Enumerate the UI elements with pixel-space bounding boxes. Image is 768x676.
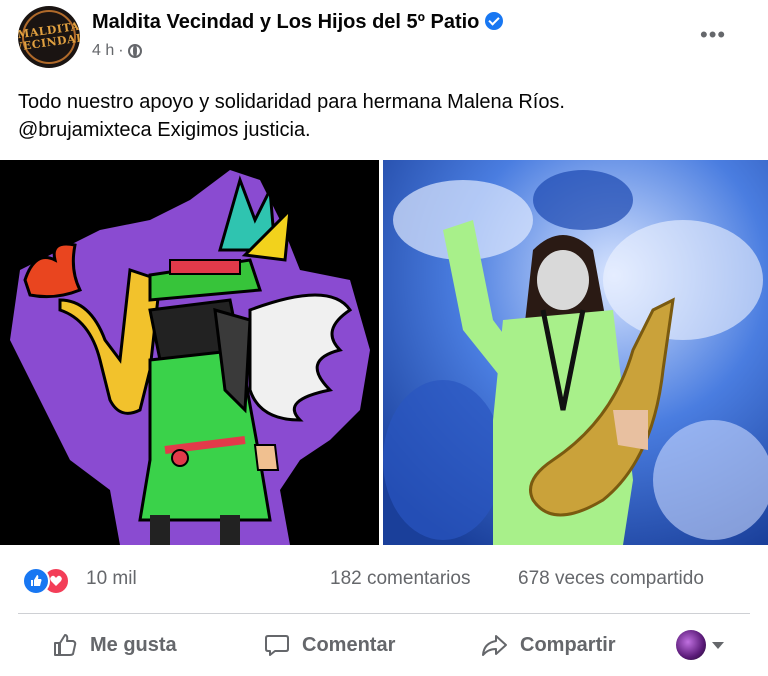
more-options-button[interactable]: ••• — [700, 22, 726, 48]
post-text-line: Todo nuestro apoyo y solidaridad para he… — [18, 91, 565, 113]
comment-button[interactable]: Comentar — [264, 614, 395, 676]
page-name[interactable]: Maldita Vecindad y Los Hijos del 5º Pati… — [92, 11, 479, 33]
post-actions: Me gusta Comentar Compartir — [0, 614, 768, 676]
thumbs-up-icon — [54, 634, 77, 656]
comments-count[interactable]: 182 comentarios — [330, 568, 470, 590]
post-text-line[interactable]: @brujamixteca Exigimos justicia. — [18, 116, 748, 144]
post-header: MALDITA VECINDAD Maldita Vecindad y Los … — [0, 0, 768, 80]
chevron-down-icon — [712, 641, 724, 649]
post-time[interactable]: 4 h — [92, 42, 114, 60]
shares-count[interactable]: 678 veces compartido — [518, 568, 704, 590]
post-text: Todo nuestro apoyo y solidaridad para he… — [18, 88, 748, 144]
illustration-image[interactable] — [0, 160, 379, 545]
verified-badge-icon — [485, 12, 504, 30]
share-button[interactable]: Compartir — [480, 614, 616, 676]
reaction-count[interactable]: 10 mil — [86, 568, 137, 590]
like-label: Me gusta — [90, 633, 177, 656]
like-button[interactable]: Me gusta — [52, 614, 177, 676]
post-media — [0, 160, 768, 545]
share-label: Compartir — [520, 633, 616, 656]
share-arrow-icon — [482, 635, 507, 656]
post-meta: 4 h · — [92, 42, 142, 60]
illustration-drawing — [0, 160, 379, 545]
page-avatar[interactable]: MALDITA VECINDAD — [18, 6, 80, 68]
performer-photo[interactable] — [383, 160, 768, 545]
profile-avatar — [676, 630, 706, 660]
performer-photo-drawing — [383, 160, 768, 545]
page-name-row: Maldita Vecindad y Los Hijos del 5º Pati… — [92, 11, 504, 34]
meta-separator: · — [118, 42, 124, 59]
comment-icon — [265, 635, 289, 656]
like-reaction-icon[interactable] — [22, 567, 50, 595]
engagement-bar: 10 mil 182 comentarios 678 veces compart… — [0, 545, 768, 613]
comment-label: Comentar — [302, 633, 396, 656]
globe-icon — [127, 44, 142, 58]
audience-selector[interactable] — [676, 630, 724, 660]
